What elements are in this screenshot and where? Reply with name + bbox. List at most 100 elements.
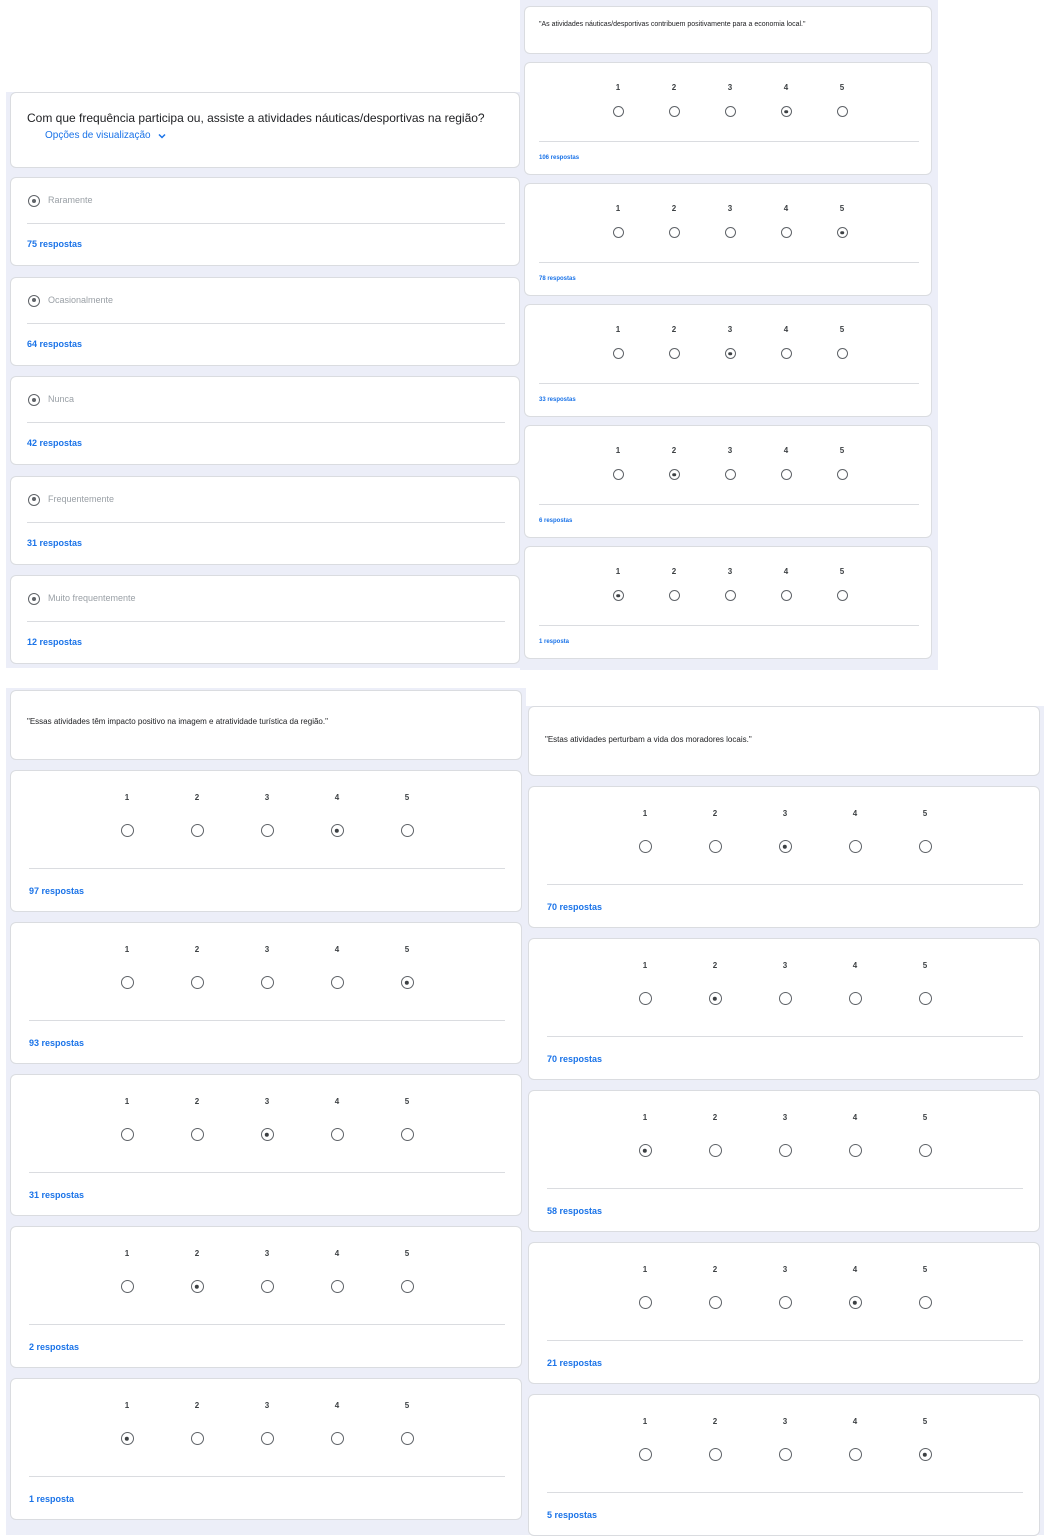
response-count[interactable]: 31 respostas (27, 538, 82, 548)
response-count[interactable]: 70 respostas (547, 902, 602, 912)
scale-radio-1[interactable] (120, 1432, 134, 1445)
scale-radio-2[interactable] (190, 1432, 204, 1445)
scale-radio-2[interactable] (708, 992, 722, 1005)
scale-radio-2[interactable] (190, 1128, 204, 1141)
scale-radio-3[interactable] (724, 469, 736, 480)
scale-radio-2[interactable] (708, 1296, 722, 1309)
scale-radio-4[interactable] (780, 227, 792, 238)
response-count[interactable]: 106 respostas (539, 155, 579, 161)
scale-radio-4[interactable] (330, 1128, 344, 1141)
response-count[interactable]: 2 respostas (29, 1342, 79, 1352)
scale-radio-5[interactable] (400, 824, 414, 837)
scale-radio-2[interactable] (668, 106, 680, 117)
scale-radio-5[interactable] (918, 840, 932, 853)
scale-label-5: 5 (404, 1249, 410, 1258)
scale-radio-1[interactable] (612, 348, 624, 359)
scale-radio-3[interactable] (724, 590, 736, 601)
scale-radio-4[interactable] (330, 1432, 344, 1445)
scale-radio-1[interactable] (638, 1296, 652, 1309)
response-count[interactable]: 75 respostas (27, 239, 82, 249)
scale-radio-1[interactable] (612, 590, 624, 601)
scale-radio-3[interactable] (724, 227, 736, 238)
scale-radio-3[interactable] (778, 1296, 792, 1309)
response-count[interactable]: 64 respostas (27, 339, 82, 349)
scale-radio-2[interactable] (190, 824, 204, 837)
scale-radio-4[interactable] (780, 348, 792, 359)
response-count[interactable]: 58 respostas (547, 1206, 602, 1216)
scale-radio-4[interactable] (848, 1296, 862, 1309)
scale-radio-2[interactable] (668, 227, 680, 238)
scale-radio-3[interactable] (260, 824, 274, 837)
option-card: Muito frequentemente 12 respostas (10, 575, 520, 664)
scale-radio-3[interactable] (724, 348, 736, 359)
scale-radio-3[interactable] (778, 1144, 792, 1157)
scale-radio-3[interactable] (778, 1448, 792, 1461)
scale-radio-1[interactable] (120, 1128, 134, 1141)
scale-radio-4[interactable] (780, 469, 792, 480)
scale-radio-4[interactable] (848, 1144, 862, 1157)
scale-radio-1[interactable] (120, 976, 134, 989)
scale-radio-3[interactable] (724, 106, 736, 117)
scale-radio-4[interactable] (780, 590, 792, 601)
scale-radio-5[interactable] (400, 976, 414, 989)
scale-radio-4[interactable] (848, 992, 862, 1005)
scale-radio-2[interactable] (708, 1144, 722, 1157)
scale-radio-1[interactable] (638, 992, 652, 1005)
scale-radio-5[interactable] (836, 469, 848, 480)
response-count[interactable]: 93 respostas (29, 1038, 84, 1048)
scale-radio-5[interactable] (918, 1448, 932, 1461)
scale-radio-5[interactable] (836, 590, 848, 601)
response-count[interactable]: 42 respostas (27, 438, 82, 448)
scale-radio-2[interactable] (708, 840, 722, 853)
scale-radio-5[interactable] (836, 227, 848, 238)
scale-radio-3[interactable] (778, 992, 792, 1005)
scale-radio-5[interactable] (836, 348, 848, 359)
response-count[interactable]: 5 respostas (547, 1510, 597, 1520)
scale-radio-1[interactable] (638, 1448, 652, 1461)
response-count[interactable]: 1 resposta (539, 639, 569, 645)
response-count[interactable]: 97 respostas (29, 886, 84, 896)
scale-radio-3[interactable] (778, 840, 792, 853)
response-count[interactable]: 12 respostas (27, 637, 82, 647)
scale-radio-1[interactable] (612, 106, 624, 117)
scale-radio-3[interactable] (260, 1280, 274, 1293)
scale-radio-1[interactable] (638, 1144, 652, 1157)
scale-radio-4[interactable] (330, 976, 344, 989)
scale-label-2: 2 (712, 961, 718, 970)
scale-radio-5[interactable] (836, 106, 848, 117)
scale-radio-4[interactable] (848, 840, 862, 853)
scale-radio-1[interactable] (120, 824, 134, 837)
scale-radio-2[interactable] (668, 348, 680, 359)
scale-radio-5[interactable] (400, 1432, 414, 1445)
response-count[interactable]: 31 respostas (29, 1190, 84, 1200)
scale-radio-5[interactable] (918, 992, 932, 1005)
scale-radio-4[interactable] (780, 106, 792, 117)
scale-radio-3[interactable] (260, 1432, 274, 1445)
response-count[interactable]: 78 respostas (539, 276, 576, 282)
view-options-button[interactable]: Opções de visualização (45, 130, 167, 141)
scale-radio-2[interactable] (668, 469, 680, 480)
scale-radio-1[interactable] (638, 840, 652, 853)
response-count[interactable]: 6 respostas (539, 518, 572, 524)
scale-radio-4[interactable] (330, 824, 344, 837)
scale-radio-5[interactable] (918, 1144, 932, 1157)
scale-radio-5[interactable] (400, 1280, 414, 1293)
scale-radio-2[interactable] (668, 590, 680, 601)
scale-radio-3[interactable] (260, 1128, 274, 1141)
scale-radio-2[interactable] (190, 976, 204, 989)
scale-radio-2[interactable] (708, 1448, 722, 1461)
scale-radio-1[interactable] (612, 227, 624, 238)
scale-card: 1 2 3 4 5 33 respostas (524, 304, 932, 417)
scale-radio-1[interactable] (120, 1280, 134, 1293)
response-count[interactable]: 33 respostas (539, 397, 576, 403)
scale-radio-2[interactable] (190, 1280, 204, 1293)
response-count[interactable]: 21 respostas (547, 1358, 602, 1368)
scale-radio-1[interactable] (612, 469, 624, 480)
scale-radio-4[interactable] (848, 1448, 862, 1461)
scale-radio-3[interactable] (260, 976, 274, 989)
scale-radio-4[interactable] (330, 1280, 344, 1293)
response-count[interactable]: 70 respostas (547, 1054, 602, 1064)
scale-radio-5[interactable] (400, 1128, 414, 1141)
response-count[interactable]: 1 resposta (29, 1494, 74, 1504)
scale-radio-5[interactable] (918, 1296, 932, 1309)
